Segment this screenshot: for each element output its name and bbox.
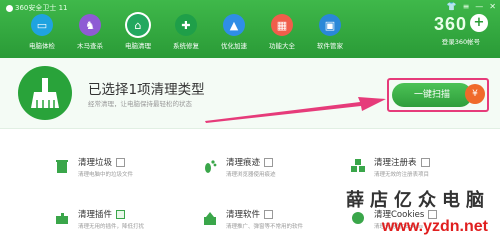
registry-checkbox[interactable]	[420, 158, 430, 167]
watermark-url: www.yzdn.net	[381, 218, 488, 235]
app-window: 360安全卫士 11 👕 ≡ — ✕ ▭ 电脑体检 ♞ 木马查杀 ⌂ 电脑清理 …	[0, 0, 500, 249]
option-plugins[interactable]: 清理插件 清理无用的插件，降低打扰	[54, 208, 194, 238]
option-software[interactable]: 清理软件 清理推广、弹窗等不常用的软件	[202, 208, 342, 238]
registry-icon	[351, 159, 365, 172]
watermark-text: 薛店亿众电脑	[346, 190, 490, 211]
option-registry[interactable]: 清理注册表 清理无效的注册表项目	[350, 156, 490, 186]
option-traces[interactable]: 清理痕迹 清理浏览器使用痕迹	[202, 156, 342, 186]
cookie-icon	[352, 212, 364, 224]
trash-icon	[56, 160, 68, 173]
traces-checkbox[interactable]	[264, 158, 274, 167]
junk-checkbox[interactable]	[116, 158, 126, 167]
plugins-checkbox[interactable]	[116, 210, 126, 219]
footprint-icon	[205, 160, 217, 173]
plugin-icon	[56, 213, 68, 224]
money-bag-icon[interactable]: ¥	[465, 84, 485, 104]
scan-highlight-box: 一键扫描 ¥	[387, 78, 489, 112]
software-checkbox[interactable]	[264, 210, 274, 219]
option-junk[interactable]: 清理垃圾 清理电脑中的垃圾文件	[54, 156, 194, 186]
software-icon	[204, 212, 216, 225]
one-click-scan-button[interactable]: 一键扫描	[392, 83, 472, 107]
